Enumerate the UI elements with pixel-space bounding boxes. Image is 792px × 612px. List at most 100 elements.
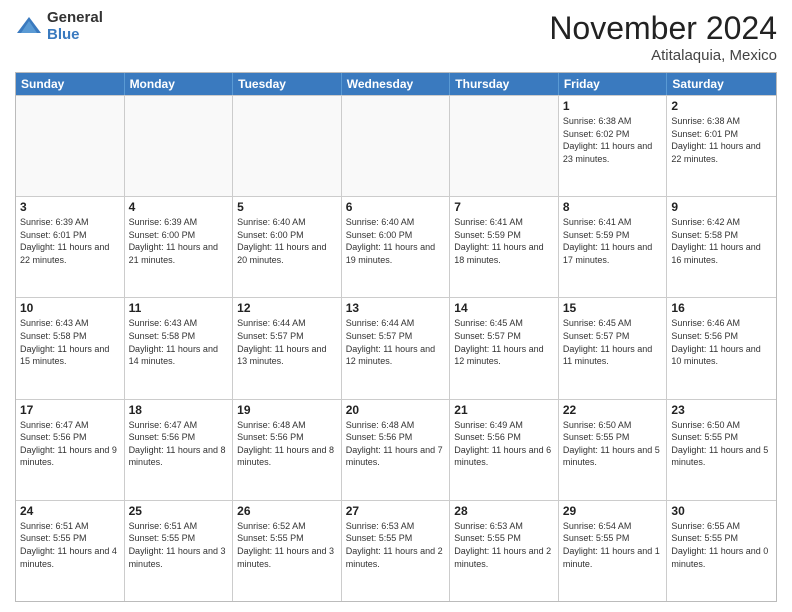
calendar-cell: 29Sunrise: 6:54 AMSunset: 5:55 PMDayligh… bbox=[559, 501, 668, 601]
day-info: Sunrise: 6:41 AMSunset: 5:59 PMDaylight:… bbox=[454, 216, 554, 266]
calendar-week-4: 17 Sunrise: 6:47 AMSunset: 5:56 PMDayligh… bbox=[16, 399, 776, 500]
day-number: 16 bbox=[671, 301, 772, 315]
day-info: Sunrise: 6:51 AMSunset: 5:55 PMDaylight:… bbox=[129, 520, 229, 570]
calendar-cell: 1 Sunrise: 6:38 AMSunset: 6:02 PMDaylight… bbox=[559, 96, 668, 196]
day-number: 25 bbox=[129, 504, 229, 518]
calendar-body: 1 Sunrise: 6:38 AMSunset: 6:02 PMDaylight… bbox=[16, 95, 776, 601]
day-info: Sunrise: 6:42 AMSunset: 5:58 PMDaylight:… bbox=[671, 216, 772, 266]
day-info: Sunrise: 6:39 AMSunset: 6:01 PMDaylight:… bbox=[20, 216, 120, 266]
day-info: Sunrise: 6:40 AMSunset: 6:00 PMDaylight:… bbox=[346, 216, 446, 266]
calendar-cell: 17 Sunrise: 6:47 AMSunset: 5:56 PMDayligh… bbox=[16, 400, 125, 500]
calendar-cell bbox=[342, 96, 451, 196]
calendar-cell: 25 Sunrise: 6:51 AMSunset: 5:55 PMDayligh… bbox=[125, 501, 234, 601]
day-number: 3 bbox=[20, 200, 120, 214]
day-number: 27 bbox=[346, 504, 446, 518]
day-number: 26 bbox=[237, 504, 337, 518]
calendar-week-3: 10 Sunrise: 6:43 AMSunset: 5:58 PMDayligh… bbox=[16, 297, 776, 398]
calendar-cell: 12 Sunrise: 6:44 AMSunset: 5:57 PMDayligh… bbox=[233, 298, 342, 398]
calendar-cell: 18Sunrise: 6:47 AMSunset: 5:56 PMDayligh… bbox=[125, 400, 234, 500]
calendar-cell: 7 Sunrise: 6:41 AMSunset: 5:59 PMDaylight… bbox=[450, 197, 559, 297]
day-info: Sunrise: 6:44 AMSunset: 5:57 PMDaylight:… bbox=[346, 317, 446, 367]
day-info: Sunrise: 6:40 AMSunset: 6:00 PMDaylight:… bbox=[237, 216, 337, 266]
logo-text: General Blue bbox=[47, 10, 103, 43]
day-info: Sunrise: 6:52 AMSunset: 5:55 PMDaylight:… bbox=[237, 520, 337, 570]
day-number: 20 bbox=[346, 403, 446, 417]
calendar-cell: 9 Sunrise: 6:42 AMSunset: 5:58 PMDaylight… bbox=[667, 197, 776, 297]
day-number: 11 bbox=[129, 301, 229, 315]
day-info: Sunrise: 6:47 AMSunset: 5:56 PMDaylight:… bbox=[20, 419, 120, 469]
day-number: 28 bbox=[454, 504, 554, 518]
day-info: Sunrise: 6:38 AMSunset: 6:01 PMDaylight:… bbox=[671, 115, 772, 165]
day-info: Sunrise: 6:53 AMSunset: 5:55 PMDaylight:… bbox=[346, 520, 446, 570]
calendar-cell: 20 Sunrise: 6:48 AMSunset: 5:56 PMDayligh… bbox=[342, 400, 451, 500]
day-info: Sunrise: 6:49 AMSunset: 5:56 PMDaylight:… bbox=[454, 419, 554, 469]
calendar-header-friday: Friday bbox=[559, 73, 668, 95]
day-number: 14 bbox=[454, 301, 554, 315]
calendar-cell: 10 Sunrise: 6:43 AMSunset: 5:58 PMDayligh… bbox=[16, 298, 125, 398]
calendar-cell bbox=[233, 96, 342, 196]
calendar-cell: 30 Sunrise: 6:55 AMSunset: 5:55 PMDayligh… bbox=[667, 501, 776, 601]
day-number: 22 bbox=[563, 403, 663, 417]
month-title: November 2024 bbox=[549, 10, 777, 47]
day-number: 1 bbox=[563, 99, 663, 113]
day-number: 21 bbox=[454, 403, 554, 417]
calendar-header-saturday: Saturday bbox=[667, 73, 776, 95]
calendar-cell: 14 Sunrise: 6:45 AMSunset: 5:57 PMDayligh… bbox=[450, 298, 559, 398]
calendar-cell: 15 Sunrise: 6:45 AMSunset: 5:57 PMDayligh… bbox=[559, 298, 668, 398]
day-number: 7 bbox=[454, 200, 554, 214]
calendar: SundayMondayTuesdayWednesdayThursdayFrid… bbox=[15, 72, 777, 602]
header: General Blue November 2024 Atitalaquia, … bbox=[15, 10, 777, 64]
day-number: 12 bbox=[237, 301, 337, 315]
day-info: Sunrise: 6:48 AMSunset: 5:56 PMDaylight:… bbox=[346, 419, 446, 469]
calendar-cell bbox=[16, 96, 125, 196]
day-info: Sunrise: 6:55 AMSunset: 5:55 PMDaylight:… bbox=[671, 520, 772, 570]
day-info: Sunrise: 6:43 AMSunset: 5:58 PMDaylight:… bbox=[129, 317, 229, 367]
calendar-cell: 28 Sunrise: 6:53 AMSunset: 5:55 PMDayligh… bbox=[450, 501, 559, 601]
day-info: Sunrise: 6:38 AMSunset: 6:02 PMDaylight:… bbox=[563, 115, 663, 165]
day-number: 24 bbox=[20, 504, 120, 518]
logo-blue-text: Blue bbox=[47, 27, 103, 44]
calendar-cell: 11 Sunrise: 6:43 AMSunset: 5:58 PMDayligh… bbox=[125, 298, 234, 398]
day-info: Sunrise: 6:50 AMSunset: 5:55 PMDaylight:… bbox=[563, 419, 663, 469]
day-info: Sunrise: 6:53 AMSunset: 5:55 PMDaylight:… bbox=[454, 520, 554, 570]
day-info: Sunrise: 6:50 AMSunset: 5:55 PMDaylight:… bbox=[671, 419, 772, 469]
calendar-cell: 3 Sunrise: 6:39 AMSunset: 6:01 PMDaylight… bbox=[16, 197, 125, 297]
day-info: Sunrise: 6:45 AMSunset: 5:57 PMDaylight:… bbox=[454, 317, 554, 367]
calendar-header-monday: Monday bbox=[125, 73, 234, 95]
day-number: 15 bbox=[563, 301, 663, 315]
day-info: Sunrise: 6:41 AMSunset: 5:59 PMDaylight:… bbox=[563, 216, 663, 266]
calendar-header-row: SundayMondayTuesdayWednesdayThursdayFrid… bbox=[16, 73, 776, 95]
day-number: 6 bbox=[346, 200, 446, 214]
calendar-cell: 23Sunrise: 6:50 AMSunset: 5:55 PMDayligh… bbox=[667, 400, 776, 500]
calendar-cell: 5Sunrise: 6:40 AMSunset: 6:00 PMDaylight… bbox=[233, 197, 342, 297]
day-number: 2 bbox=[671, 99, 772, 113]
day-info: Sunrise: 6:45 AMSunset: 5:57 PMDaylight:… bbox=[563, 317, 663, 367]
day-info: Sunrise: 6:43 AMSunset: 5:58 PMDaylight:… bbox=[20, 317, 120, 367]
title-block: November 2024 Atitalaquia, Mexico bbox=[549, 10, 777, 64]
logo: General Blue bbox=[15, 10, 103, 43]
day-number: 4 bbox=[129, 200, 229, 214]
calendar-cell: 4 Sunrise: 6:39 AMSunset: 6:00 PMDaylight… bbox=[125, 197, 234, 297]
day-number: 29 bbox=[563, 504, 663, 518]
day-number: 19 bbox=[237, 403, 337, 417]
day-info: Sunrise: 6:44 AMSunset: 5:57 PMDaylight:… bbox=[237, 317, 337, 367]
calendar-cell: 21 Sunrise: 6:49 AMSunset: 5:56 PMDayligh… bbox=[450, 400, 559, 500]
calendar-cell bbox=[450, 96, 559, 196]
day-info: Sunrise: 6:39 AMSunset: 6:00 PMDaylight:… bbox=[129, 216, 229, 266]
calendar-week-5: 24 Sunrise: 6:51 AMSunset: 5:55 PMDayligh… bbox=[16, 500, 776, 601]
day-number: 17 bbox=[20, 403, 120, 417]
calendar-cell: 6 Sunrise: 6:40 AMSunset: 6:00 PMDaylight… bbox=[342, 197, 451, 297]
calendar-header-tuesday: Tuesday bbox=[233, 73, 342, 95]
calendar-cell: 22 Sunrise: 6:50 AMSunset: 5:55 PMDayligh… bbox=[559, 400, 668, 500]
day-number: 30 bbox=[671, 504, 772, 518]
calendar-cell: 2 Sunrise: 6:38 AMSunset: 6:01 PMDaylight… bbox=[667, 96, 776, 196]
calendar-week-2: 3 Sunrise: 6:39 AMSunset: 6:01 PMDaylight… bbox=[16, 196, 776, 297]
day-number: 9 bbox=[671, 200, 772, 214]
day-number: 10 bbox=[20, 301, 120, 315]
page: General Blue November 2024 Atitalaquia, … bbox=[0, 0, 792, 612]
day-number: 13 bbox=[346, 301, 446, 315]
location: Atitalaquia, Mexico bbox=[549, 47, 777, 64]
calendar-cell: 26 Sunrise: 6:52 AMSunset: 5:55 PMDayligh… bbox=[233, 501, 342, 601]
day-info: Sunrise: 6:47 AMSunset: 5:56 PMDaylight:… bbox=[129, 419, 229, 469]
calendar-header-thursday: Thursday bbox=[450, 73, 559, 95]
